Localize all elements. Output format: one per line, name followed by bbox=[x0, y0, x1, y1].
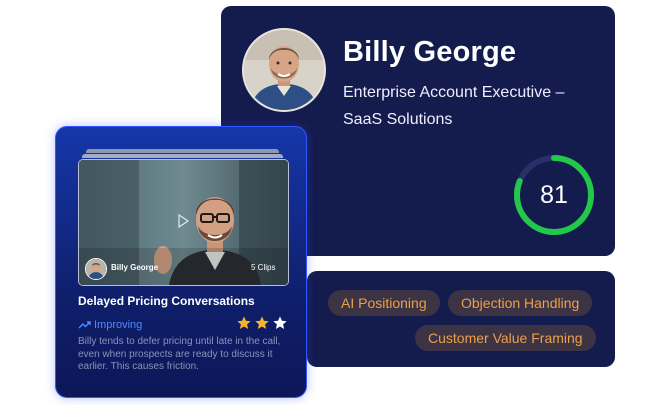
person-photo-icon bbox=[86, 259, 106, 279]
profile-role: Enterprise Account Executive – SaaS Solu… bbox=[343, 84, 565, 128]
trend-label: Improving bbox=[94, 319, 143, 331]
clip-description: Billy tends to defer pricing until late … bbox=[78, 336, 281, 372]
clip-stack-edge bbox=[86, 149, 279, 153]
clip-title: Delayed Pricing Conversations bbox=[78, 294, 255, 308]
clip-stack-edge bbox=[82, 154, 283, 158]
star-rating bbox=[236, 315, 288, 331]
skill-chip[interactable]: Customer Value Framing bbox=[415, 325, 596, 351]
stage: Billy George Enterprise Account Executiv… bbox=[0, 0, 670, 405]
score-gauge: 81 bbox=[512, 153, 596, 237]
profile-name: Billy George bbox=[343, 36, 517, 68]
clip-author-avatar bbox=[85, 258, 107, 280]
trending-up-icon bbox=[78, 321, 91, 329]
clip-card[interactable]: Billy George 5 Clips Delayed Pricing Con… bbox=[55, 126, 307, 398]
score-value: 81 bbox=[540, 180, 568, 209]
skill-chip[interactable]: AI Positioning bbox=[328, 290, 440, 316]
star-icon bbox=[255, 316, 269, 329]
trend-status: Improving bbox=[78, 318, 142, 332]
star-icon bbox=[273, 316, 287, 329]
clip-count: 5 Clips bbox=[251, 263, 276, 272]
profile-avatar bbox=[242, 28, 326, 112]
skills-card: AI Positioning Objection Handling Custom… bbox=[307, 271, 615, 367]
clip-thumbnail[interactable]: Billy George 5 Clips bbox=[78, 159, 289, 286]
skill-chip[interactable]: Objection Handling bbox=[448, 290, 593, 316]
clip-author-name: Billy George bbox=[111, 263, 159, 272]
star-icon bbox=[237, 316, 251, 329]
person-photo-icon bbox=[244, 30, 324, 110]
play-icon[interactable] bbox=[175, 213, 191, 229]
